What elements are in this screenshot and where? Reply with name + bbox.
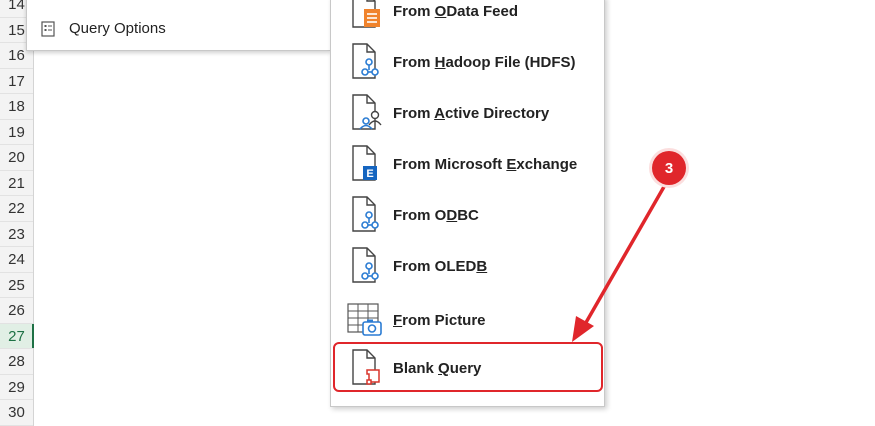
step-badge: 3 <box>652 151 686 185</box>
annotation-arrow <box>572 184 667 342</box>
row-header[interactable]: 30 <box>0 400 33 426</box>
